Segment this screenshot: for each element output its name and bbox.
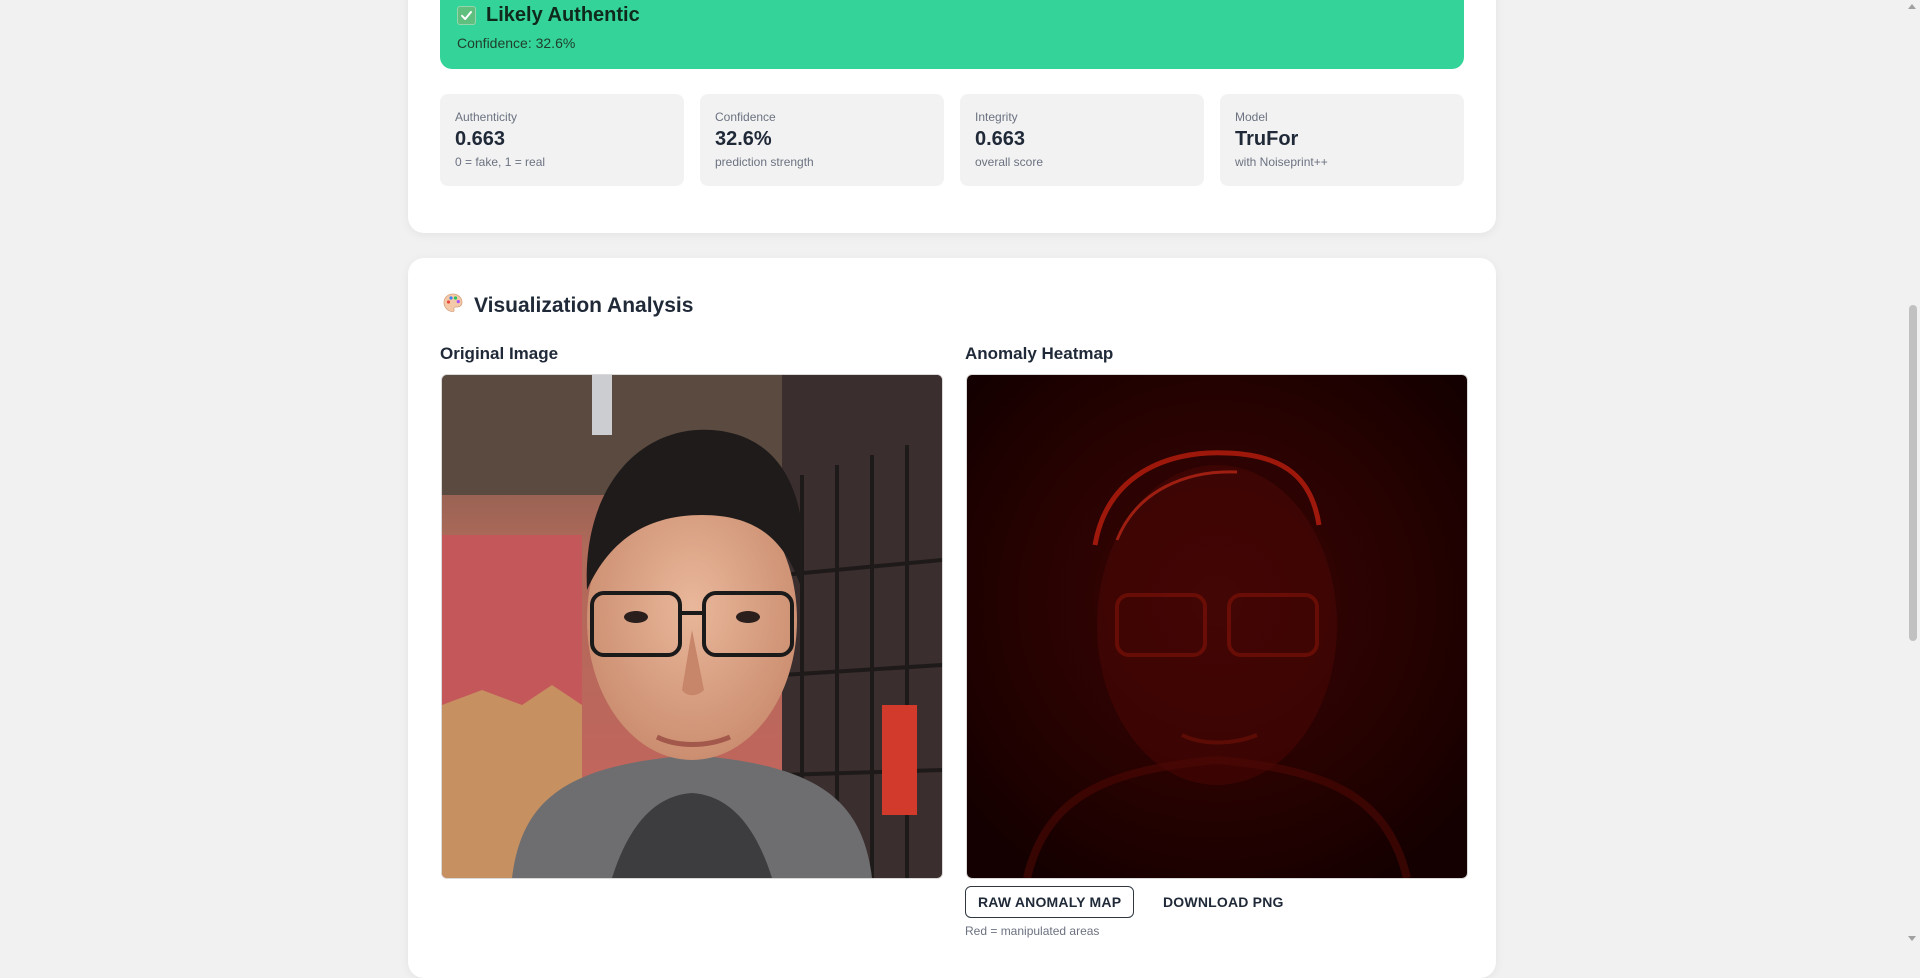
check-icon — [457, 6, 476, 25]
stat-value: 32.6% — [715, 128, 772, 150]
result-card: Likely Authentic Confidence: 32.6% Authe… — [408, 0, 1496, 233]
stat-label: Confidence — [715, 110, 776, 124]
stat-label: Model — [1235, 110, 1268, 124]
stat-sub: prediction strength — [715, 155, 814, 169]
anomaly-heatmap-title: Anomaly Heatmap — [965, 344, 1114, 363]
stat-authenticity: Authenticity 0.663 0 = fake, 1 = real — [440, 94, 684, 186]
palette-icon — [442, 292, 464, 319]
original-image — [441, 374, 943, 879]
stat-sub: overall score — [975, 155, 1044, 169]
scrollbar-thumb[interactable] — [1909, 305, 1917, 641]
stat-value: 0.663 — [455, 128, 506, 150]
stat-value: TruFor — [1235, 128, 1299, 150]
stat-confidence: Confidence 32.6% prediction strength — [700, 94, 944, 186]
verdict-title: Likely Authentic — [486, 4, 640, 26]
stat-value: 0.663 — [975, 128, 1026, 150]
verdict-banner: Likely Authentic Confidence: 32.6% — [440, 0, 1464, 69]
heatmap-caption: Red = manipulated areas — [965, 924, 1100, 938]
stats-row: Authenticity 0.663 0 = fake, 1 = real Co… — [440, 94, 1464, 186]
stat-sub: with Noiseprint++ — [1235, 155, 1328, 169]
download-png-button[interactable]: DOWNLOAD PNG — [1163, 886, 1284, 918]
stat-model: Model TruFor with Noiseprint++ — [1220, 94, 1464, 186]
stat-sub: 0 = fake, 1 = real — [455, 155, 546, 169]
section-title: Visualization Analysis — [474, 293, 694, 317]
stat-integrity: Integrity 0.663 overall score — [960, 94, 1204, 186]
stat-label: Authenticity — [455, 110, 518, 124]
original-image-title: Original Image — [440, 344, 559, 363]
section-header: Visualization Analysis — [442, 292, 693, 319]
anomaly-heatmap-image — [966, 374, 1468, 879]
visualization-card: Visualization Analysis Original Image An… — [408, 258, 1496, 978]
scrollbar[interactable] — [1905, 0, 1920, 945]
stat-label: Integrity — [975, 110, 1018, 124]
scroll-up-icon[interactable] — [1908, 4, 1916, 9]
scroll-down-icon[interactable] — [1908, 936, 1916, 941]
raw-anomaly-map-button[interactable]: RAW ANOMALY MAP — [965, 886, 1135, 918]
verdict-confidence: Confidence: 32.6% — [457, 35, 576, 51]
